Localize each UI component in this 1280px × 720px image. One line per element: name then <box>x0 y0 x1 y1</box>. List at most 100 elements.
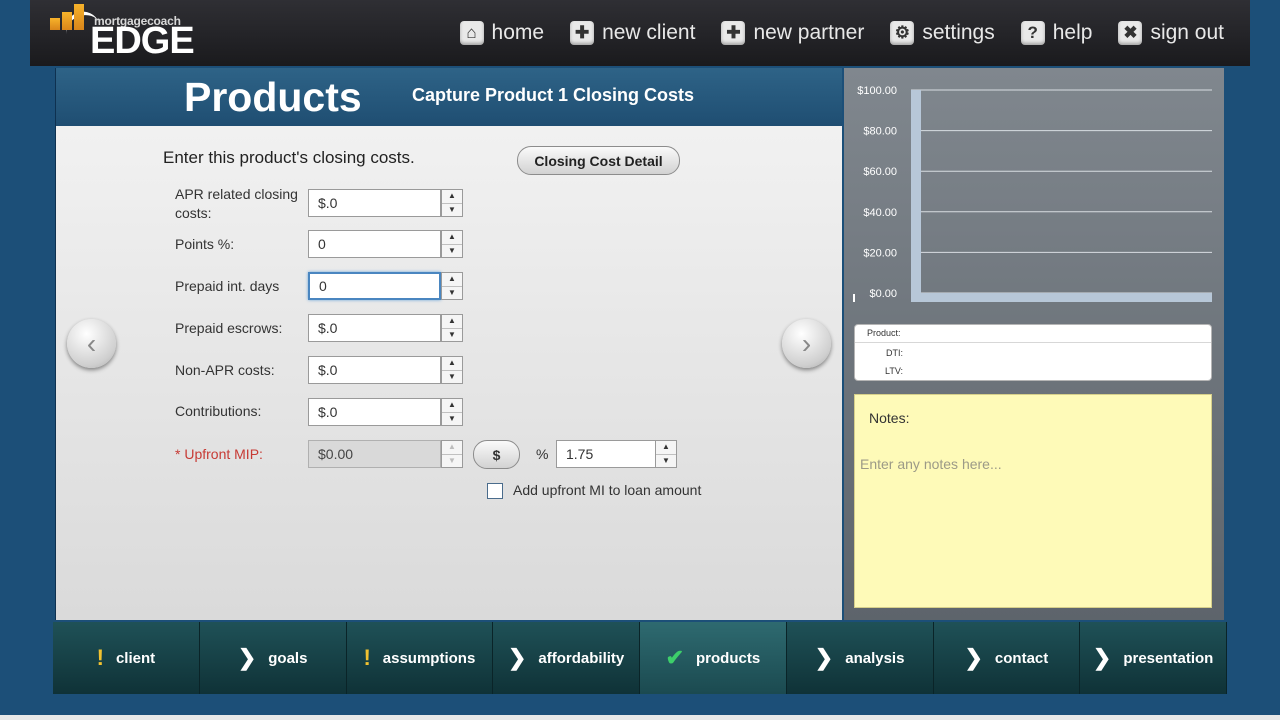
plus-icon: ✚ <box>721 21 746 45</box>
closing-cost-detail-button[interactable]: Closing Cost Detail <box>517 146 680 175</box>
warning-icon: ! <box>96 645 104 670</box>
apr-label: APR related closing costs: <box>175 186 298 221</box>
side-panel: $0.00 $20.00 $40.00 $60.00 $80.00 $100.00 Pro… <box>844 68 1224 620</box>
nav-home[interactable]: ⌂ home <box>459 21 545 45</box>
apr-stepper[interactable]: ▲ ▼ <box>441 189 463 217</box>
stepper-down-icon[interactable]: ▼ <box>442 411 462 426</box>
points-input[interactable]: 0 <box>308 230 441 258</box>
mortgagecoach-edge-logo[interactable]: mortgagecoach EDGE <box>50 4 210 62</box>
tab-assumptions[interactable]: ! assumptions <box>346 622 494 694</box>
stepper-down-icon[interactable]: ▼ <box>442 285 462 300</box>
stepper-down-icon[interactable]: ▼ <box>442 327 462 342</box>
gear-icon: ⚙ <box>890 21 915 45</box>
chart-y-tick-label: $40.00 <box>863 207 897 219</box>
logo-big-text: EDGE <box>90 20 195 62</box>
chart-y-tick-label: $60.00 <box>863 166 897 178</box>
nav-settings-label: settings <box>922 21 995 44</box>
closing-cost-chart: $0.00 $20.00 $40.00 $60.00 $80.00 $100.00 <box>853 85 1212 302</box>
previous-arrow-button[interactable]: ‹ <box>67 319 116 368</box>
tab-contact[interactable]: ❯ contact <box>933 622 1081 694</box>
upfront-mip-percent-stepper[interactable]: ▲ ▼ <box>655 440 677 468</box>
page-title: Products <box>184 74 362 120</box>
tab-analysis[interactable]: ❯ analysis <box>786 622 934 694</box>
stepper-up-icon[interactable]: ▲ <box>442 190 462 203</box>
product-label: Product: <box>867 328 901 338</box>
contributions-stepper[interactable]: ▲ ▼ <box>441 398 463 426</box>
tab-affordability[interactable]: ❯ affordability <box>493 622 640 694</box>
question-icon: ? <box>1020 21 1045 45</box>
chevron-right-icon: › <box>801 327 812 359</box>
notes-title: Notes: <box>869 410 910 426</box>
upfront-mip-stepper: ▲ ▼ <box>441 440 463 468</box>
stepper-up-icon[interactable]: ▲ <box>656 441 676 454</box>
products-panel: Products Capture Product 1 Closing Costs… <box>55 68 842 620</box>
nav-sign-out-label: sign out <box>1150 21 1224 44</box>
nav-settings[interactable]: ⚙ settings <box>890 21 995 45</box>
chart-y-tick-label: $100.00 <box>857 85 897 97</box>
top-nav: ⌂ home ✚ new client ✚ new partner ⚙ sett… <box>459 0 1250 66</box>
non-apr-label: Non-APR costs: <box>175 362 275 378</box>
notes-panel: Notes: Enter any notes here... <box>854 394 1212 608</box>
panel-header: Products Capture Product 1 Closing Costs <box>56 68 842 126</box>
nav-home-label: home <box>491 21 545 44</box>
percent-symbol: % <box>536 446 549 462</box>
chevron-right-icon: ❯ <box>507 645 527 670</box>
points-stepper[interactable]: ▲ ▼ <box>441 230 463 258</box>
non-apr-stepper[interactable]: ▲ ▼ <box>441 356 463 384</box>
prepaid-int-stepper[interactable]: ▲ ▼ <box>441 272 463 300</box>
stepper-up-icon[interactable]: ▲ <box>442 231 462 244</box>
prepaid-int-label: Prepaid int. days <box>175 278 280 294</box>
tab-goals-label: goals <box>268 649 308 667</box>
stepper-up-icon[interactable]: ▲ <box>442 315 462 328</box>
contributions-input[interactable]: $.0 <box>308 398 441 426</box>
apr-closing-costs-input[interactable]: $.0 <box>308 189 441 217</box>
stepper-down-icon[interactable]: ▼ <box>442 243 462 258</box>
dollar-toggle-button[interactable]: $ <box>473 440 520 469</box>
stepper-down-icon[interactable]: ▼ <box>442 369 462 384</box>
instructions-text: Enter this product's closing costs. <box>163 148 415 167</box>
points-label: Points %: <box>175 236 235 252</box>
chart-y-tick-label: $20.00 <box>863 247 897 259</box>
home-icon: ⌂ <box>459 21 484 45</box>
stepper-up-icon[interactable]: ▲ <box>442 357 462 370</box>
tab-analysis-label: analysis <box>845 649 905 667</box>
prepaid-int-days-input[interactable]: 0 <box>308 272 441 300</box>
nav-new-partner[interactable]: ✚ new partner <box>721 21 864 45</box>
tab-products[interactable]: ✔ products <box>640 622 787 694</box>
non-apr-costs-input[interactable]: $.0 <box>308 356 441 384</box>
tab-client-label: client <box>115 649 156 667</box>
nav-new-client[interactable]: ✚ new client <box>570 21 695 45</box>
warning-icon: ! <box>363 645 371 670</box>
nav-sign-out[interactable]: ✖ sign out <box>1118 21 1224 45</box>
tab-presentation-label: presentation <box>1123 649 1214 667</box>
prepaid-escrows-stepper[interactable]: ▲ ▼ <box>441 314 463 342</box>
stepper-up-icon[interactable]: ▲ <box>442 399 462 412</box>
stepper-up-icon[interactable]: ▲ <box>442 273 462 286</box>
tab-affordability-label: affordability <box>538 649 625 667</box>
notes-textarea[interactable]: Enter any notes here... <box>860 456 1002 472</box>
top-bar: mortgagecoach EDGE ⌂ home ✚ new client ✚… <box>30 0 1250 66</box>
tab-goals[interactable]: ❯ goals <box>199 622 347 694</box>
stepper-down-icon[interactable]: ▼ <box>656 453 676 468</box>
upfront-mip-percent-input[interactable]: 1.75 <box>556 440 656 468</box>
plus-icon: ✚ <box>570 21 595 45</box>
upfront-mip-input: $0.00 <box>308 440 441 468</box>
close-icon: ✖ <box>1118 21 1143 45</box>
nav-help[interactable]: ? help <box>1020 21 1093 45</box>
tab-assumptions-label: assumptions <box>382 649 476 667</box>
tab-client[interactable]: ! client <box>53 622 200 694</box>
prepaid-escrows-label: Prepaid escrows: <box>175 320 283 336</box>
add-mi-checkbox[interactable] <box>487 483 503 499</box>
summary-divider <box>855 342 1211 343</box>
nav-help-label: help <box>1052 21 1093 44</box>
page-subtitle: Capture Product 1 Closing Costs <box>412 85 695 105</box>
upfront-mip-label: * Upfront MIP: <box>175 446 263 462</box>
nav-new-partner-label: new partner <box>753 21 865 44</box>
workflow-tab-bar: ! client ❯ goals ! assumptions ❯ afforda… <box>53 622 1227 694</box>
dti-label: DTI: <box>886 348 903 358</box>
prepaid-escrows-input[interactable]: $.0 <box>308 314 441 342</box>
stepper-up-icon: ▲ <box>448 442 456 452</box>
stepper-down-icon[interactable]: ▼ <box>442 202 462 217</box>
tab-presentation[interactable]: ❯ presentation <box>1080 622 1227 694</box>
next-arrow-button[interactable]: › <box>782 319 831 368</box>
